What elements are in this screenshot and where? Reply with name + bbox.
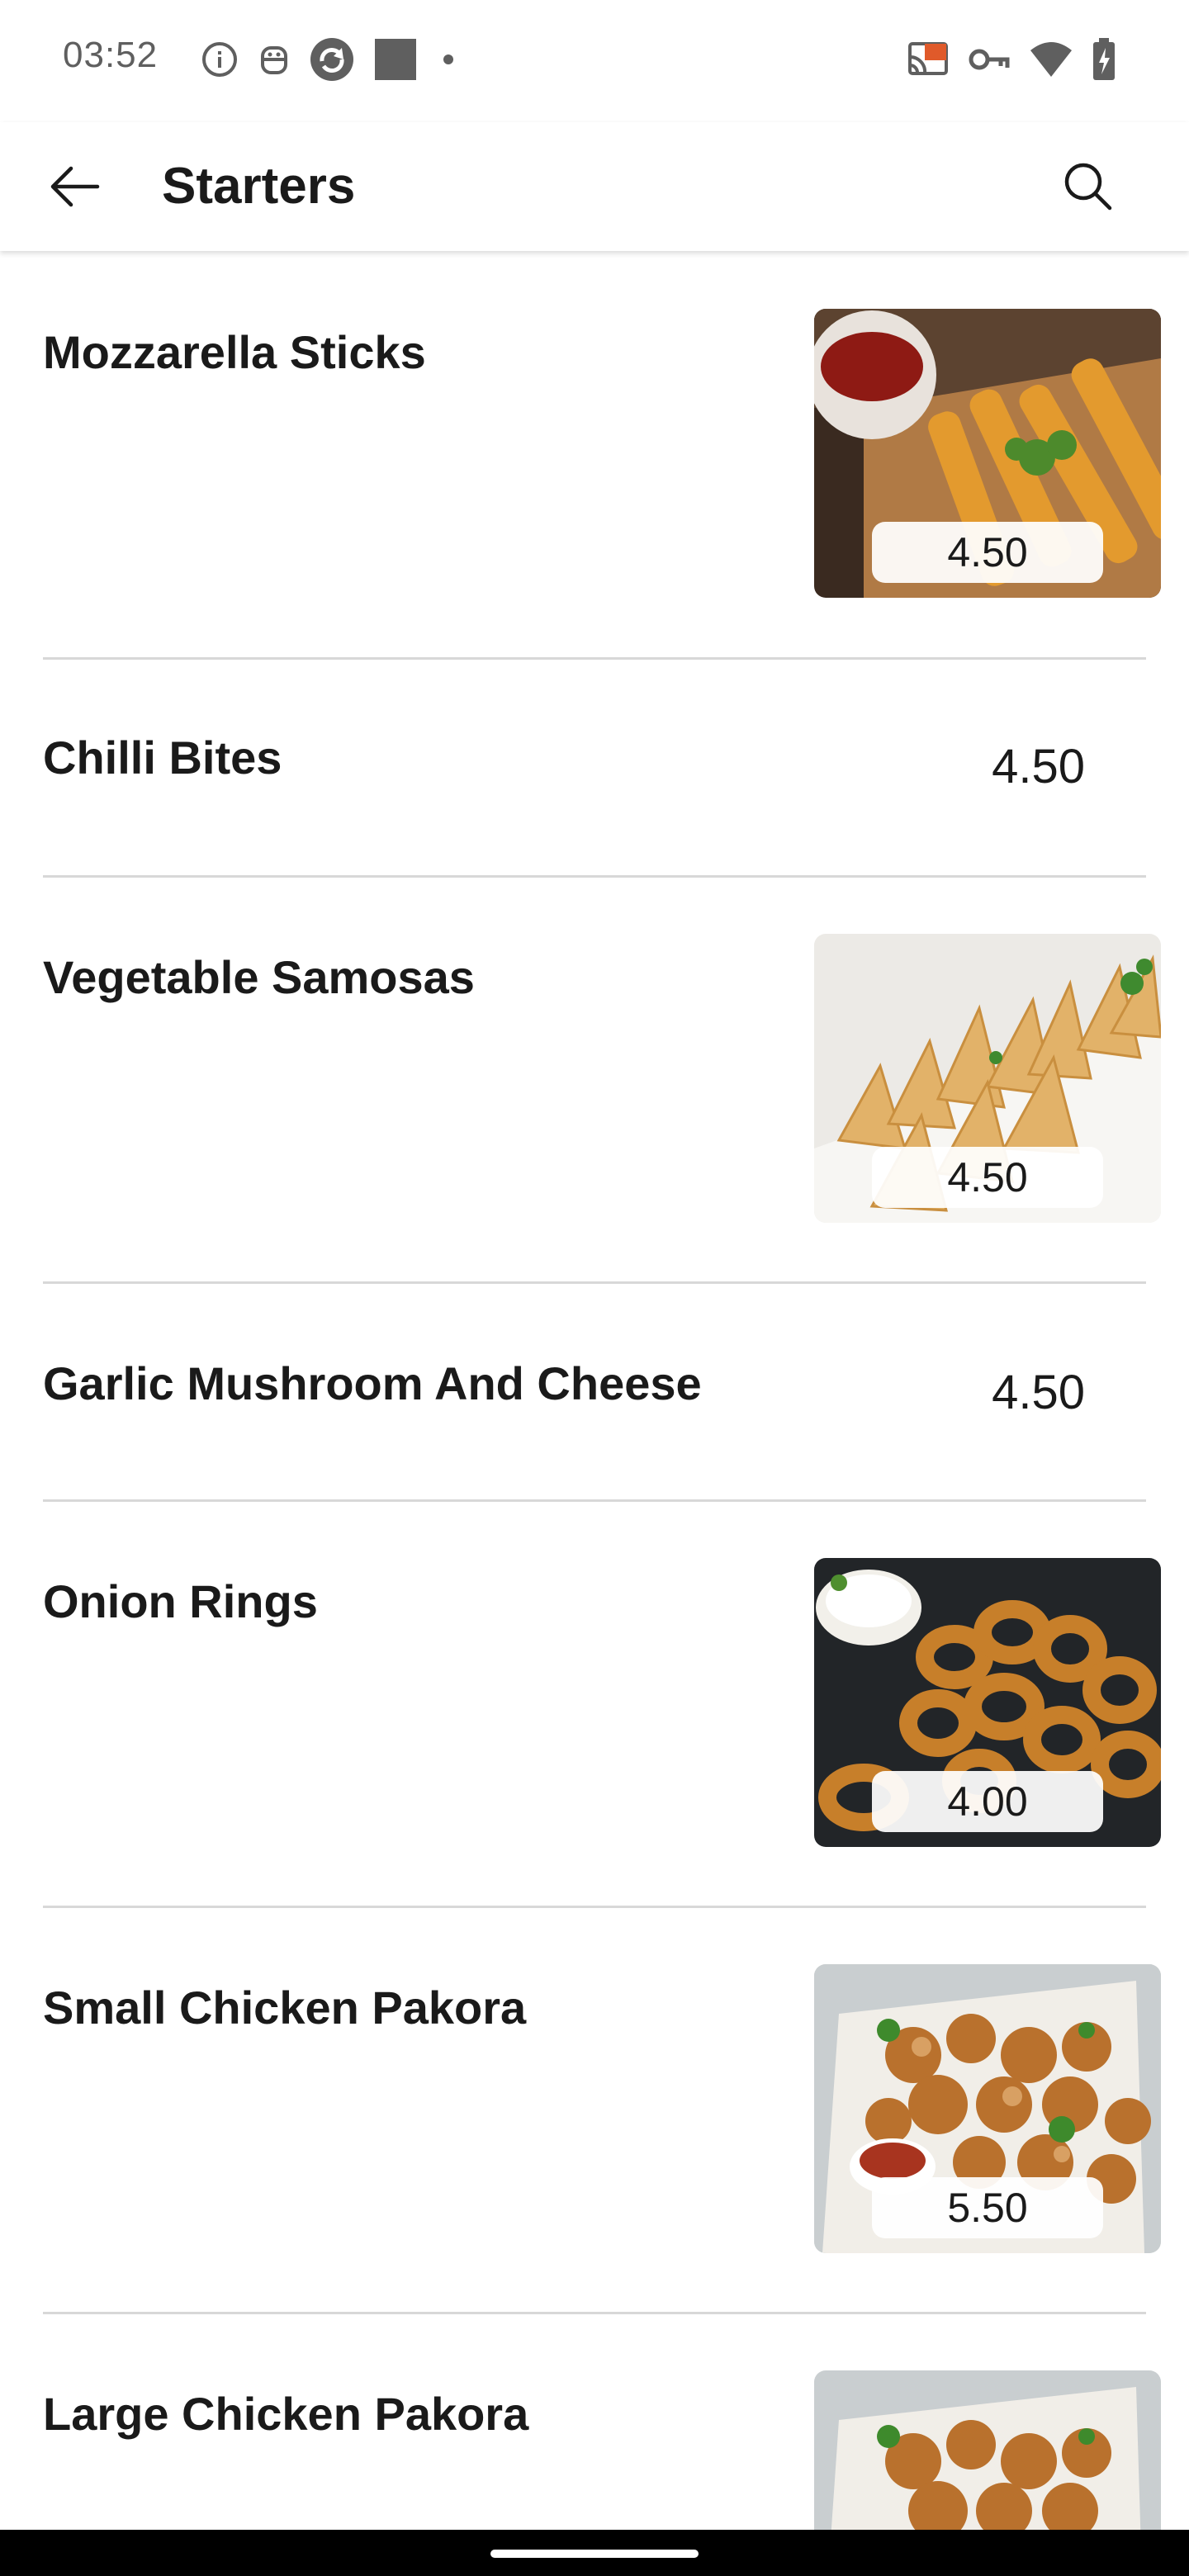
- search-icon: [1064, 163, 1112, 211]
- list-item[interactable]: Mozzarella Sticks 4.50: [0, 251, 1189, 657]
- list-item[interactable]: Chilli Bites 4.50: [0, 660, 1189, 875]
- square-icon: [375, 39, 416, 80]
- navigation-bar: [0, 2530, 1189, 2576]
- list-item[interactable]: Small Chicken Pakora 5.50: [0, 1908, 1189, 2312]
- menu-list: Mozzarella Sticks 4.50 Chilli Bites 4.50…: [0, 251, 1189, 2530]
- price-badge: 4.50: [872, 522, 1103, 583]
- status-right-icons: [907, 36, 1116, 83]
- mozzarella-sticks-photo: 4.50: [814, 309, 1161, 598]
- vegetable-samosas-photo: 4.50: [814, 934, 1161, 1223]
- status-time: 03:52: [63, 35, 159, 75]
- robot-icon: [261, 46, 287, 74]
- item-price: 4.50: [992, 1366, 1085, 1419]
- status-left-icons: [200, 36, 461, 83]
- item-price: 4.50: [992, 740, 1085, 793]
- list-item[interactable]: Large Chicken Pakora: [0, 2314, 1189, 2530]
- item-name: Large Chicken Pakora: [43, 2388, 529, 2440]
- price-badge: 5.50: [872, 2177, 1103, 2238]
- vpn-key-icon: [969, 49, 1010, 70]
- page-title: Starters: [162, 158, 356, 215]
- item-name: Onion Rings: [43, 1575, 318, 1627]
- info-icon: [202, 42, 237, 77]
- item-name: Mozzarella Sticks: [43, 326, 426, 378]
- cast-icon: [908, 42, 948, 75]
- item-name: Chilli Bites: [43, 732, 282, 784]
- app-bar: Starters: [0, 122, 1189, 251]
- arrow-back-icon: [50, 166, 100, 207]
- item-name: Vegetable Samosas: [43, 951, 475, 1003]
- item-name: Garlic Mushroom And Cheese: [43, 1357, 702, 1409]
- wifi-icon: [1030, 42, 1072, 77]
- home-gesture-handle[interactable]: [490, 2550, 699, 2558]
- price-badge: 4.00: [872, 1771, 1103, 1832]
- item-name: Small Chicken Pakora: [43, 1982, 527, 2034]
- chicken-pakora-photo: [814, 2370, 1161, 2530]
- dot-icon: [443, 54, 453, 64]
- sync-icon: [310, 38, 353, 81]
- onion-rings-photo: 4.00: [814, 1558, 1161, 1847]
- status-bar: 03:52: [0, 0, 1189, 122]
- price-badge: 4.50: [872, 1147, 1103, 1208]
- chicken-pakora-photo: 5.50: [814, 1964, 1161, 2253]
- back-button[interactable]: [33, 154, 116, 220]
- list-item[interactable]: Garlic Mushroom And Cheese 4.50: [0, 1284, 1189, 1499]
- list-item[interactable]: Onion Rings 4.00: [0, 1502, 1189, 1906]
- list-item[interactable]: Vegetable Samosas 4.50: [0, 878, 1189, 1281]
- search-button[interactable]: [1052, 150, 1123, 221]
- battery-charging-icon: [1093, 38, 1115, 80]
